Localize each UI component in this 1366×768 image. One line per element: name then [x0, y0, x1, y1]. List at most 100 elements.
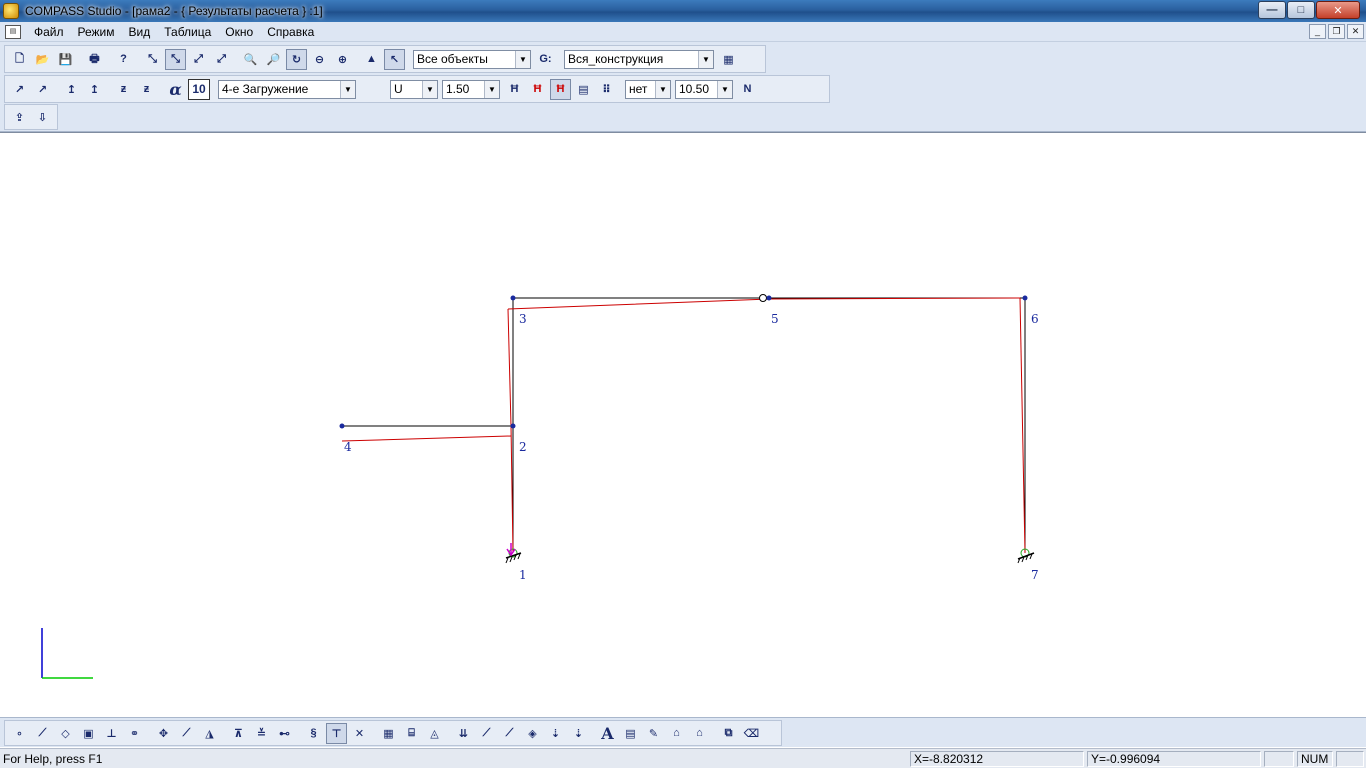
construction-combo[interactable]: Вся_конструкция ▼ — [564, 49, 714, 69]
deformed-frame-icon[interactable]: Ħ — [527, 79, 548, 100]
result-type-combo[interactable]: U ▼ — [390, 79, 438, 99]
view-zy-icon[interactable]: ⤢ — [211, 49, 232, 70]
zoom-out-icon[interactable]: ⊖ — [309, 49, 330, 70]
objects-combo[interactable]: Все объекты ▼ — [413, 49, 531, 69]
node-6[interactable] — [1022, 295, 1028, 301]
support-icon[interactable]: ⊼ — [228, 723, 249, 744]
rotate-view-icon[interactable]: ↻ — [286, 48, 307, 70]
text-tool-icon[interactable]: A — [597, 723, 618, 744]
displacement-y-icon[interactable]: ↥ — [61, 79, 82, 100]
frame-icon[interactable]: Ħ — [504, 79, 525, 100]
open-folder-icon[interactable]: 📂 — [32, 49, 53, 70]
node-2[interactable] — [510, 423, 516, 429]
grid-icon[interactable]: ⠿ — [596, 79, 617, 100]
chevron-down-icon[interactable]: ▼ — [717, 80, 732, 98]
load-table-icon[interactable]: ⇣ — [568, 723, 589, 744]
properties-icon[interactable]: ▦ — [718, 49, 739, 70]
menu-view[interactable]: Вид — [122, 23, 158, 41]
menu-file[interactable]: Файл — [27, 23, 71, 41]
chevron-down-icon[interactable]: ▼ — [698, 50, 713, 68]
scale-combo[interactable]: 1.50 ▼ — [442, 79, 500, 99]
groups-icon[interactable]: G: — [535, 49, 556, 70]
displacement-z-alt-icon[interactable]: ƶ — [136, 79, 157, 100]
menu-table[interactable]: Таблица — [157, 23, 218, 41]
mdi-close-button[interactable]: ✕ — [1347, 24, 1364, 39]
minimize-button[interactable]: — — [1258, 1, 1286, 19]
load-case-combo[interactable]: 4-е Загружение ▼ — [218, 79, 356, 99]
value-combo[interactable]: 10.50 ▼ — [675, 79, 733, 99]
zoom-in-icon[interactable]: ⊕ — [332, 49, 353, 70]
node-5-hinge[interactable] — [759, 294, 767, 302]
load-value-icon[interactable]: ⇣ — [545, 723, 566, 744]
node-load-icon[interactable]: ✥ — [153, 723, 174, 744]
import-icon[interactable]: ⇩ — [32, 107, 53, 128]
zoom-window-icon[interactable]: 🔎 — [263, 49, 284, 70]
pencil-icon[interactable]: ✎ — [643, 723, 664, 744]
menu-window[interactable]: Окно — [218, 23, 260, 41]
support-node-7[interactable] — [1017, 548, 1035, 564]
drawing-canvas[interactable]: 1 2 3 4 5 6 7 — [0, 132, 1366, 717]
context-help-icon[interactable]: ? — [113, 49, 134, 70]
menu-help[interactable]: Справка — [260, 23, 321, 41]
plate-tool-icon[interactable]: ◇ — [55, 723, 76, 744]
copy-icon[interactable]: ⧉ — [718, 723, 739, 744]
temperature-load-icon[interactable]: ⟋ — [499, 723, 520, 744]
stiffness-icon[interactable]: ⌸ — [401, 723, 422, 744]
mdi-restore-button[interactable]: ❐ — [1328, 24, 1345, 39]
close-button[interactable]: ✕ — [1316, 1, 1360, 19]
displacement-x-alt-icon[interactable]: ↗ — [32, 79, 53, 100]
view-xy-icon[interactable]: ⤡ — [165, 48, 186, 70]
size-field[interactable]: 10 — [188, 78, 210, 100]
hinge-icon[interactable]: ⊤ — [326, 722, 347, 744]
eraser-icon[interactable]: ⌫ — [741, 723, 762, 744]
frame-edit-icon[interactable]: ⌂ — [666, 723, 687, 744]
frame-values-icon[interactable]: Ħ — [550, 78, 571, 100]
view-zx-icon[interactable]: ⤢ — [188, 49, 209, 70]
release-icon[interactable]: ✕ — [349, 723, 370, 744]
select-tool-icon[interactable]: ▲ — [361, 49, 382, 70]
save-icon[interactable]: 💾 — [55, 49, 76, 70]
plate-load-icon[interactable]: ◮ — [199, 723, 220, 744]
chevron-down-icon[interactable]: ▼ — [515, 50, 530, 68]
frame-delete-icon[interactable]: ⌂ — [689, 723, 710, 744]
solid-tool-icon[interactable]: ▣ — [78, 723, 99, 744]
section-icon[interactable]: § — [303, 723, 324, 744]
view-xz-icon[interactable]: ⤡ — [142, 49, 163, 70]
spring-support-icon[interactable]: ≚ — [251, 723, 272, 744]
menu-mode[interactable]: Режим — [71, 23, 122, 41]
mdi-minimize-button[interactable]: _ — [1309, 24, 1326, 39]
displacement-y-alt-icon[interactable]: ↥ — [84, 79, 105, 100]
node-4[interactable] — [339, 423, 345, 429]
chevron-down-icon[interactable]: ▼ — [655, 80, 670, 98]
node-tool-icon[interactable]: ∘ — [9, 723, 30, 744]
bar-load-icon[interactable]: ⟋ — [176, 723, 197, 744]
force-icon[interactable]: ⇊ — [453, 723, 474, 744]
list-icon[interactable]: ▤ — [620, 723, 641, 744]
app-icon[interactable] — [3, 3, 19, 19]
export-icon[interactable]: ⇪ — [9, 107, 30, 128]
chevron-down-icon[interactable]: ▼ — [422, 80, 437, 98]
maximize-button[interactable]: □ — [1287, 1, 1315, 19]
numbering-icon[interactable]: N — [737, 79, 758, 100]
displacement-z-icon[interactable]: ƶ — [113, 79, 134, 100]
node-3[interactable] — [510, 295, 516, 301]
link-tool-icon[interactable]: ⚭ — [124, 723, 145, 744]
chevron-down-icon[interactable]: ▼ — [340, 80, 355, 98]
orientation-icon[interactable]: ◬ — [424, 723, 445, 744]
print-icon[interactable]: 🖶 — [84, 49, 105, 70]
chevron-down-icon[interactable]: ▼ — [484, 80, 499, 98]
zoom-icon[interactable]: 🔍 — [240, 49, 261, 70]
pressure-load-icon[interactable]: ◈ — [522, 723, 543, 744]
mode-combo[interactable]: нет ▼ — [625, 79, 671, 99]
distributed-load-icon[interactable]: ⟋ — [476, 723, 497, 744]
displacement-x-icon[interactable]: ↗ — [9, 79, 30, 100]
document-icon[interactable]: ▤ — [5, 24, 21, 39]
new-file-icon[interactable]: 🗋 — [9, 49, 30, 70]
node-5[interactable] — [766, 295, 772, 301]
bar-tool-icon[interactable]: ⟋ — [32, 723, 53, 744]
material-icon[interactable]: ▦ — [378, 723, 399, 744]
alpha-icon[interactable]: α — [165, 79, 186, 100]
table-icon[interactable]: ▤ — [573, 79, 594, 100]
elastic-support-icon[interactable]: ⊷ — [274, 723, 295, 744]
axes-tool-icon[interactable]: ⊥ — [101, 723, 122, 744]
